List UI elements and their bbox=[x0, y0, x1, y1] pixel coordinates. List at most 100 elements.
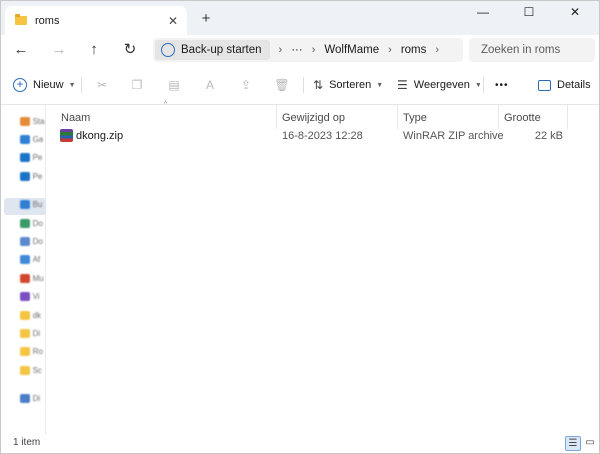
sidebar-item[interactable]: Ga bbox=[1, 131, 46, 147]
sidebar-item-icon bbox=[20, 292, 30, 302]
sort-icon: ⇅ bbox=[313, 78, 324, 92]
details-pane-icon bbox=[538, 79, 551, 91]
sidebar-item-label: Do bbox=[32, 218, 43, 228]
rename-icon[interactable]: A bbox=[201, 76, 219, 94]
sidebar-item-label: Ro bbox=[32, 347, 43, 357]
sidebar-item-label: Ga bbox=[32, 134, 44, 144]
backup-crumb-label: Back-up starten bbox=[181, 44, 262, 56]
toolbar-divider bbox=[483, 77, 484, 93]
sidebar-item-label: Sc bbox=[32, 365, 42, 375]
new-button-label: Nieuw bbox=[33, 79, 64, 91]
tab-title: roms bbox=[35, 14, 60, 27]
address-ellipsis[interactable]: ··· bbox=[291, 44, 303, 56]
status-bar: 1 item ☰ ▭ bbox=[1, 435, 599, 453]
refresh-button[interactable]: ↻ bbox=[120, 40, 140, 60]
toolbar-divider bbox=[81, 77, 82, 93]
column-divider[interactable] bbox=[498, 105, 499, 129]
column-divider[interactable] bbox=[276, 105, 277, 129]
chevron-right-icon[interactable]: › bbox=[312, 44, 316, 56]
sidebar-item[interactable]: Do bbox=[1, 233, 46, 249]
details-button[interactable]: Details bbox=[538, 75, 591, 95]
file-type: WinRAR ZIP archive bbox=[403, 130, 504, 142]
sidebar-item[interactable]: Sc bbox=[1, 362, 46, 378]
title-bar: roms ✕ + — ☐ ✕ bbox=[1, 1, 599, 35]
sidebar-item-label: Pe bbox=[32, 153, 43, 163]
tiles-view-icon[interactable]: ▭ bbox=[582, 436, 598, 451]
sidebar-item-label: Di bbox=[32, 394, 41, 404]
sidebar-item-icon bbox=[20, 116, 30, 126]
column-header-size[interactable]: Grootte bbox=[504, 110, 541, 126]
sidebar-item-label: Do bbox=[32, 236, 43, 246]
copy-icon[interactable]: ❐ bbox=[128, 76, 146, 94]
file-name: dkong.zip bbox=[76, 130, 124, 142]
plus-icon: + bbox=[13, 78, 27, 92]
sidebar-item-icon bbox=[20, 200, 30, 210]
column-divider[interactable] bbox=[397, 105, 398, 129]
sort-button[interactable]: ⇅ Sorteren ▼ bbox=[313, 75, 383, 95]
sidebar-item[interactable]: Af bbox=[1, 252, 46, 268]
column-header-name[interactable]: Naam bbox=[61, 110, 90, 126]
item-count: 1 item bbox=[13, 437, 41, 448]
sidebar-item[interactable]: Mu bbox=[1, 270, 46, 286]
paste-icon[interactable]: ▤ bbox=[165, 76, 183, 94]
file-size: 22 kB bbox=[534, 130, 563, 142]
sidebar-item-icon bbox=[20, 310, 30, 320]
sidebar-item-label: Vi bbox=[32, 292, 40, 302]
up-button[interactable]: ↑ bbox=[84, 40, 104, 60]
backup-crumb[interactable]: Back-up starten bbox=[155, 40, 270, 60]
breadcrumb-roms[interactable]: roms bbox=[401, 44, 427, 56]
delete-icon[interactable]: 🗑 bbox=[273, 76, 291, 94]
column-header-type[interactable]: Type bbox=[403, 110, 427, 126]
column-header-modified[interactable]: Gewijzigd op bbox=[282, 110, 345, 126]
view-button[interactable]: ☰ Weergeven ▼ bbox=[397, 75, 482, 95]
sidebar-item[interactable]: Bu bbox=[1, 197, 46, 213]
winrar-archive-icon bbox=[60, 129, 73, 142]
view-button-label: Weergeven bbox=[413, 79, 470, 91]
sidebar-item[interactable]: Pe bbox=[1, 168, 46, 184]
file-list: ^ Naam Gewijzigd op Type Grootte dkong.z… bbox=[47, 101, 599, 435]
sort-ascending-icon: ^ bbox=[164, 101, 168, 108]
sidebar-item[interactable]: Di bbox=[1, 391, 46, 407]
navigation-bar: ← → ↑ ↻ Back-up starten › ··· › WolfMame… bbox=[1, 35, 599, 65]
file-row[interactable]: dkong.zip 16-8-2023 12:28 WinRAR ZIP arc… bbox=[47, 128, 599, 144]
view-icon: ☰ bbox=[397, 78, 408, 92]
chevron-right-icon[interactable]: › bbox=[388, 44, 392, 56]
new-tab-button[interactable]: + bbox=[197, 10, 215, 28]
column-divider[interactable] bbox=[567, 105, 568, 129]
sidebar-item-icon bbox=[20, 171, 30, 181]
navigation-pane: Sta Ga Pe Pe Bu Do Do Af Mu Vi dk Di Ro Sc Di bbox=[1, 105, 46, 435]
address-bar[interactable]: Back-up starten › ··· › WolfMame › roms … bbox=[153, 38, 463, 62]
sidebar-item-label: Pe bbox=[32, 171, 43, 181]
tab-roms[interactable]: roms ✕ bbox=[5, 6, 187, 35]
sidebar-item-icon bbox=[20, 328, 30, 338]
close-button[interactable]: ✕ bbox=[553, 1, 597, 23]
back-button[interactable]: ← bbox=[11, 40, 31, 60]
sidebar-item-label: Sta bbox=[32, 116, 45, 126]
tab-close-icon[interactable]: ✕ bbox=[165, 13, 181, 29]
chevron-down-icon: ▼ bbox=[474, 81, 482, 89]
sidebar-item-label: Af bbox=[32, 255, 41, 265]
sidebar-item[interactable]: Di bbox=[1, 325, 46, 341]
chevron-right-icon[interactable]: › bbox=[435, 44, 439, 56]
breadcrumb-wolfmame[interactable]: WolfMame bbox=[324, 44, 379, 56]
forward-button[interactable]: → bbox=[49, 40, 69, 60]
sidebar-item-icon bbox=[20, 134, 30, 144]
chevron-right-icon[interactable]: › bbox=[279, 44, 283, 56]
sidebar-item[interactable]: Sta bbox=[1, 113, 46, 129]
sidebar-item[interactable]: dk bbox=[1, 307, 46, 323]
sidebar-item-icon bbox=[20, 153, 30, 163]
sidebar-item[interactable]: Ro bbox=[1, 344, 46, 360]
file-explorer-window: roms ✕ + — ☐ ✕ ← → ↑ ↻ Back-up starten ›… bbox=[0, 0, 600, 454]
new-button[interactable]: + Nieuw ▼ bbox=[13, 75, 76, 95]
cut-icon[interactable]: ✂ bbox=[93, 76, 111, 94]
more-options-button[interactable]: ••• bbox=[495, 75, 509, 95]
share-icon[interactable]: ⇪ bbox=[237, 76, 255, 94]
search-input[interactable]: Zoeken in roms bbox=[469, 38, 595, 62]
maximize-button[interactable]: ☐ bbox=[507, 1, 551, 23]
sidebar-item-icon bbox=[20, 273, 30, 283]
details-view-icon[interactable]: ☰ bbox=[565, 436, 581, 451]
sidebar-item[interactable]: Vi bbox=[1, 289, 46, 305]
sidebar-item[interactable]: Do bbox=[1, 215, 46, 231]
minimize-button[interactable]: — bbox=[461, 1, 505, 23]
sidebar-item[interactable]: Pe bbox=[1, 150, 46, 166]
